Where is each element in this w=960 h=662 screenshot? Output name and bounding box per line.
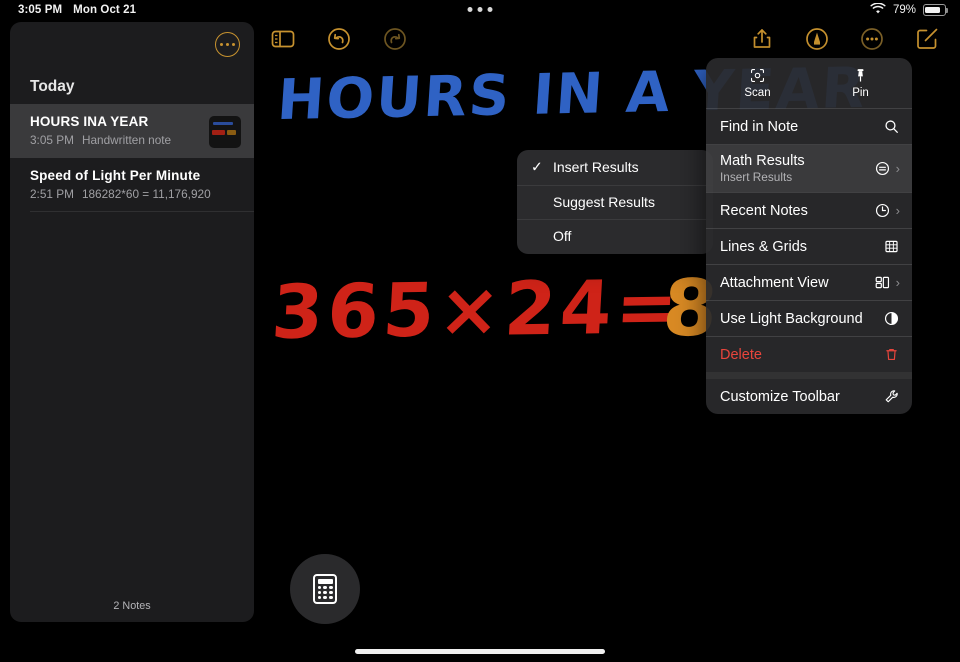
sidebar-note-count: 2 Notes xyxy=(113,600,151,612)
attachment-view-icon xyxy=(874,274,891,291)
more-ellipsis-icon[interactable] xyxy=(859,26,885,52)
menu-item-label: Find in Note xyxy=(720,118,799,135)
note-preview: 186282*60 = 11,176,920 xyxy=(81,187,211,201)
list-item[interactable]: HOURS INA YEAR 3:05 PM Handwritten note xyxy=(10,104,254,158)
chevron-right-icon: › xyxy=(895,203,900,218)
status-bar-left: 3:05 PM Mon Oct 21 xyxy=(18,4,136,16)
menu-item-off[interactable]: Off xyxy=(517,219,713,254)
math-results-submenu: ✓ Insert Results Suggest Results Off xyxy=(517,150,713,254)
grid-icon xyxy=(883,238,900,255)
note-time: 2:51 PM xyxy=(30,187,74,201)
menu-item-recent-notes[interactable]: Recent Notes › xyxy=(706,193,912,228)
menu-item-insert-results[interactable]: ✓ Insert Results xyxy=(517,150,713,185)
menu-item-lines-and-grids[interactable]: Lines & Grids xyxy=(706,229,912,264)
note-time: 3:05 PM xyxy=(30,133,74,147)
menu-item-delete[interactable]: Delete xyxy=(706,337,912,372)
multitask-dots-icon[interactable] xyxy=(467,7,493,12)
menu-item-use-light-background[interactable]: Use Light Background xyxy=(706,301,912,336)
undo-icon[interactable] xyxy=(326,26,352,52)
menu-item-find-in-note[interactable]: Find in Note xyxy=(706,109,912,144)
menu-item-math-results[interactable]: Math Results Insert Results › xyxy=(706,145,912,192)
clock-icon xyxy=(874,202,891,219)
status-time: 3:05 PM xyxy=(18,4,63,16)
menu-item-label: Math Results xyxy=(720,153,805,169)
context-menu-header: Scan Pin xyxy=(706,58,912,108)
menu-action-label: Pin xyxy=(852,87,869,99)
note-preview: Handwritten note xyxy=(81,133,172,147)
home-indicator xyxy=(355,649,605,654)
notes-sidebar: Today HOURS INA YEAR 3:05 PM Handwritten… xyxy=(10,22,254,622)
pin-icon xyxy=(852,67,869,84)
sidebar-section-title: Today xyxy=(30,78,75,95)
sidebar-toggle-icon[interactable] xyxy=(270,26,296,52)
wrench-icon xyxy=(883,388,900,405)
calculator-button[interactable] xyxy=(290,554,360,624)
menu-item-suggest-results[interactable]: Suggest Results xyxy=(517,184,713,220)
menu-item-label: Customize Toolbar xyxy=(720,388,840,405)
trash-icon xyxy=(883,346,900,363)
menu-action-label: Scan xyxy=(744,87,771,99)
handwritten-equation: 365×24= xyxy=(269,264,685,356)
chevron-right-icon: › xyxy=(895,275,900,290)
menu-item-label: Use Light Background xyxy=(720,310,863,327)
scan-document-icon xyxy=(749,67,766,84)
equals-circle-icon xyxy=(874,160,891,177)
magnifier-icon xyxy=(883,118,900,135)
share-icon[interactable] xyxy=(749,26,775,52)
calculator-icon xyxy=(313,574,337,604)
menu-item-customize-toolbar[interactable]: Customize Toolbar xyxy=(706,379,912,414)
contrast-circle-icon xyxy=(883,310,900,327)
menu-action-scan[interactable]: Scan xyxy=(706,58,809,108)
menu-action-pin[interactable]: Pin xyxy=(809,58,912,108)
menu-item-attachment-view[interactable]: Attachment View › xyxy=(706,265,912,300)
redo-icon[interactable] xyxy=(382,26,408,52)
sidebar-toolbar xyxy=(10,22,254,68)
ipad-notes-screen: 3:05 PM Mon Oct 21 79% Today HOURS INA Y… xyxy=(0,0,960,662)
toolbar-left-group xyxy=(270,26,408,52)
toolbar-right-group xyxy=(749,26,940,52)
menu-item-label: Attachment View xyxy=(720,274,829,291)
markup-pen-icon[interactable] xyxy=(804,26,830,52)
list-item[interactable]: Speed of Light Per Minute 2:51 PM 186282… xyxy=(10,158,254,212)
note-meta: 2:51 PM 186282*60 = 11,176,920 xyxy=(30,187,240,201)
status-bar: 3:05 PM Mon Oct 21 79% xyxy=(0,0,960,20)
menu-item-label: Lines & Grids xyxy=(720,238,808,255)
menu-item-label: Recent Notes xyxy=(720,202,808,219)
status-date: Mon Oct 21 xyxy=(73,4,137,16)
menu-item-label: Delete xyxy=(720,346,762,363)
menu-item-label: Off xyxy=(553,228,572,245)
wifi-icon xyxy=(870,1,886,18)
menu-item-sublabel: Insert Results xyxy=(720,170,793,184)
battery-percent: 79% xyxy=(892,4,916,16)
menu-item-label: Insert Results xyxy=(553,159,639,176)
note-context-menu: Scan Pin Find in Note Math Results Inser… xyxy=(706,58,912,414)
checkmark-icon: ✓ xyxy=(531,158,543,175)
menu-item-label: Suggest Results xyxy=(553,193,655,210)
note-title: Speed of Light Per Minute xyxy=(30,168,201,183)
chevron-right-icon: › xyxy=(895,161,900,176)
status-bar-right: 79% xyxy=(870,1,948,18)
sidebar-more-icon[interactable] xyxy=(215,32,240,57)
compose-icon[interactable] xyxy=(914,26,940,52)
battery-icon xyxy=(923,4,948,16)
note-thumbnail xyxy=(209,116,241,148)
